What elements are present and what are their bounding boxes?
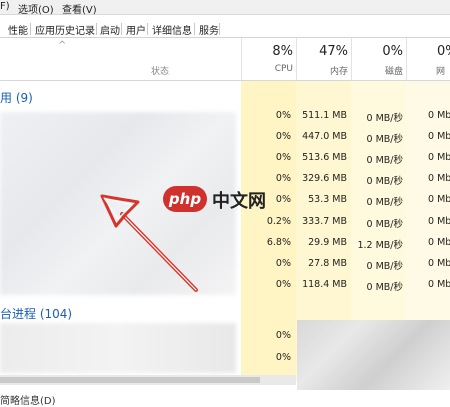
- horizontal-scrollbar-thumb[interactable]: [0, 377, 260, 383]
- watermark-text: 中文网: [212, 191, 266, 212]
- php-badge: php: [163, 186, 207, 212]
- fewer-details-link[interactable]: 简略信息(D): [0, 392, 56, 407]
